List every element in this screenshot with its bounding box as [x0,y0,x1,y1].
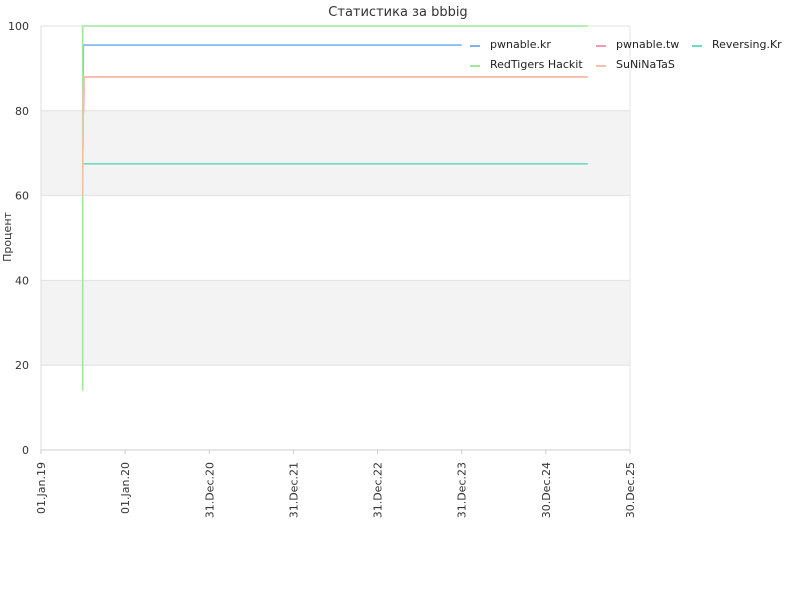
y-tick-label: 100 [8,20,29,33]
x-tick-label: 31.Dec.21 [287,462,300,518]
y-tick-label: 40 [15,274,29,287]
y-tick-label: 60 [15,190,29,203]
y-tick-label: 0 [22,444,29,457]
chart-title: Статистика за bbbig [328,5,467,20]
legend-label: pwnable.tw [616,38,679,51]
y-tick-label: 80 [15,105,29,118]
gridlines [41,25,630,451]
y-tick-label: 20 [15,359,29,372]
x-tick-label: 30.Dec.25 [624,462,637,518]
x-tick-label: 01.Jan.20 [119,462,132,514]
series-line [82,44,462,99]
x-tick-label: 01.Jan.19 [35,462,48,514]
x-tick-label: 31.Dec.20 [203,462,216,518]
legend-label: SuNiNaTaS [616,58,675,71]
grid-band [41,280,630,366]
x-tick-labels: 01.Jan.19 01.Jan.20 31.Dec.20 31.Dec.21 31.D… [35,462,637,518]
legend-label: RedTigers Hackit [490,58,583,71]
line-chart: 0 20 40 60 80 100 01.Jan.19 01.Jan.20 31.Dec.20… [1,5,782,518]
x-tick-label: 31.Dec.23 [456,462,469,518]
grid-bands [41,110,630,366]
x-tick-label: 31.Dec.22 [372,462,385,518]
legend: pwnable.kr pwnable.tw Reversing.Kr RedTiger… [470,38,782,71]
grid-band [41,110,630,196]
legend-label: pwnable.kr [490,38,551,51]
legend-label: Reversing.Kr [712,38,782,51]
chart: 0 20 40 60 80 100 01.Jan.19 01.Jan.20 31.Dec.20… [0,0,800,600]
axes [40,26,631,454]
x-tick-label: 30.Dec.24 [540,462,553,518]
y-axis-label: Процент [1,211,14,261]
